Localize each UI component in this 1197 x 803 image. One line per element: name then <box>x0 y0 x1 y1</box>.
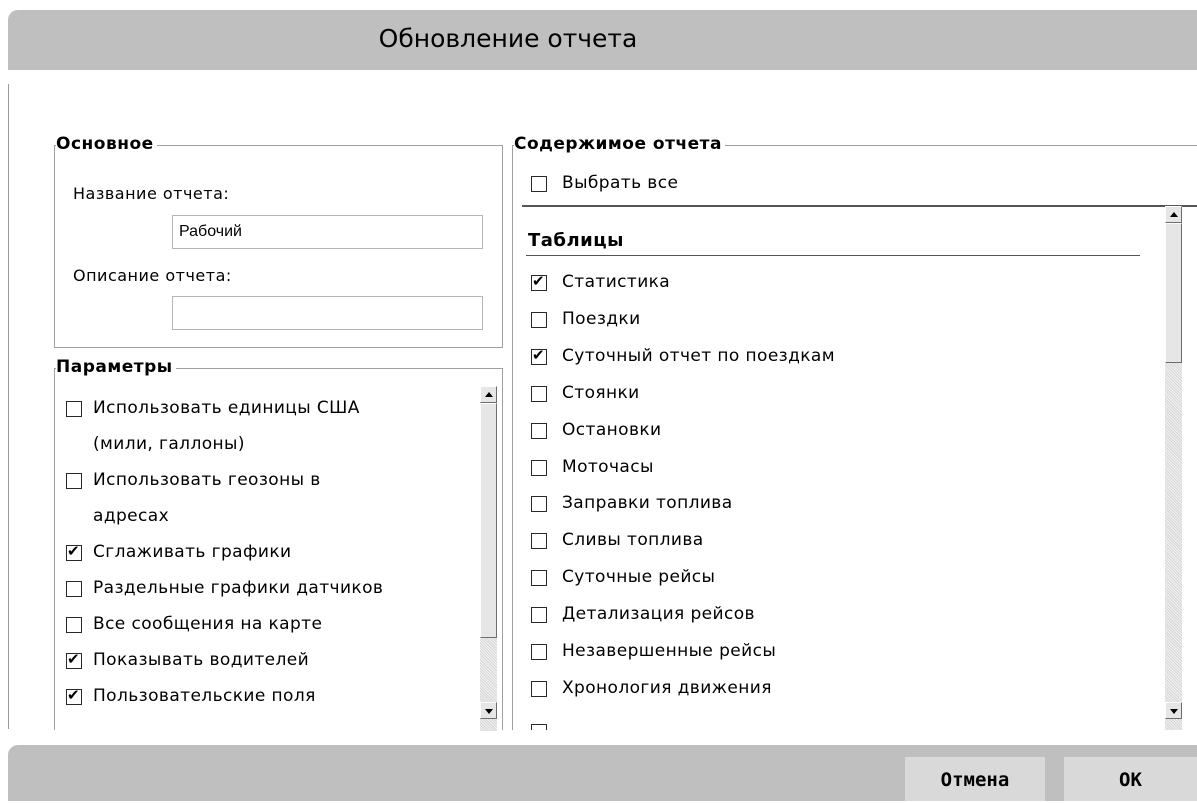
table-label: Незавершенные рейсы <box>562 641 777 661</box>
report-description-input[interactable] <box>172 296 483 330</box>
table-checkbox[interactable] <box>531 570 547 587</box>
parameter-checkbox[interactable] <box>66 650 82 669</box>
parameter-checkbox[interactable] <box>66 401 82 417</box>
report-name-input[interactable] <box>172 215 483 249</box>
table-label: Стоянки <box>562 382 640 403</box>
table-label: Хронология движения <box>562 677 772 698</box>
divider <box>522 205 1197 207</box>
select-all-label: Выбрать все <box>562 173 679 193</box>
table-checkbox[interactable] <box>531 272 547 291</box>
parameter-label: Использовать единицы США <box>93 398 360 418</box>
basic-group-legend: Основное <box>56 134 157 154</box>
parameter-checkbox[interactable] <box>66 686 82 705</box>
parameter-checkbox[interactable] <box>66 581 82 597</box>
tables-heading-underline <box>526 255 1140 256</box>
report-name-label: Название отчета: <box>73 184 230 203</box>
table-label: Суточный отчет по поездкам <box>562 345 835 366</box>
dialog-title: Обновление отчета <box>378 24 638 53</box>
parameters-group-legend: Параметры <box>56 357 176 377</box>
parameter-label: Раздельные графики датчиков <box>93 578 384 598</box>
parameter-label-continuation: адресах <box>93 506 170 526</box>
scroll-up-icon[interactable] <box>1165 206 1182 223</box>
scroll-down-icon[interactable] <box>1165 702 1182 719</box>
scrollbar-thumb[interactable] <box>480 403 497 638</box>
parameter-label: Все сообщения на карте <box>93 614 323 634</box>
table-checkbox[interactable] <box>531 607 547 624</box>
table-label: Сливы топлива <box>562 530 704 551</box>
parameter-label-continuation: (мили, галлоны) <box>93 434 245 454</box>
table-label: Поездки <box>562 308 641 329</box>
content-group-legend: Содержимое отчета <box>514 134 725 154</box>
content-scrollbar[interactable] <box>1165 206 1182 730</box>
table-checkbox[interactable] <box>531 533 547 550</box>
parameter-label: Показывать водителей <box>93 650 310 670</box>
parameter-label: Пользовательские поля <box>93 686 316 706</box>
table-label: Статистика <box>562 272 671 292</box>
scroll-up-icon[interactable] <box>480 386 497 403</box>
report-description-label: Описание отчета: <box>73 266 232 285</box>
select-all-checkbox[interactable] <box>531 176 547 192</box>
table-checkbox[interactable] <box>531 459 547 476</box>
table-checkbox[interactable] <box>531 496 547 513</box>
parameter-label: Использовать геозоны в <box>93 470 321 490</box>
table-label: Суточные рейсы <box>562 567 716 588</box>
parameters-scrollbar[interactable] <box>480 386 497 731</box>
table-checkbox[interactable] <box>531 385 547 402</box>
scrollbar-thumb[interactable] <box>1165 223 1182 363</box>
scroll-down-icon[interactable] <box>480 702 497 719</box>
parameter-checkbox[interactable] <box>66 473 82 489</box>
table-label: Остановки <box>562 419 662 440</box>
table-checkbox[interactable] <box>531 422 547 439</box>
table-checkbox[interactable] <box>531 311 547 328</box>
tables-heading: Таблицы <box>528 230 624 251</box>
parameter-checkbox[interactable] <box>66 542 82 561</box>
table-label: Моточасы <box>562 456 654 477</box>
cancel-button[interactable]: Отмена <box>905 757 1045 801</box>
ok-button[interactable]: OK <box>1064 757 1197 801</box>
table-checkbox[interactable] <box>531 644 547 660</box>
table-checkbox[interactable] <box>531 346 547 365</box>
table-label: Детализация рейсов <box>562 604 755 625</box>
parameter-checkbox[interactable] <box>66 617 82 633</box>
partial-checkbox <box>531 724 547 730</box>
table-label: Заправки топлива <box>562 493 733 514</box>
parameter-label: Сглаживать графики <box>93 542 292 562</box>
table-checkbox[interactable] <box>531 680 547 697</box>
